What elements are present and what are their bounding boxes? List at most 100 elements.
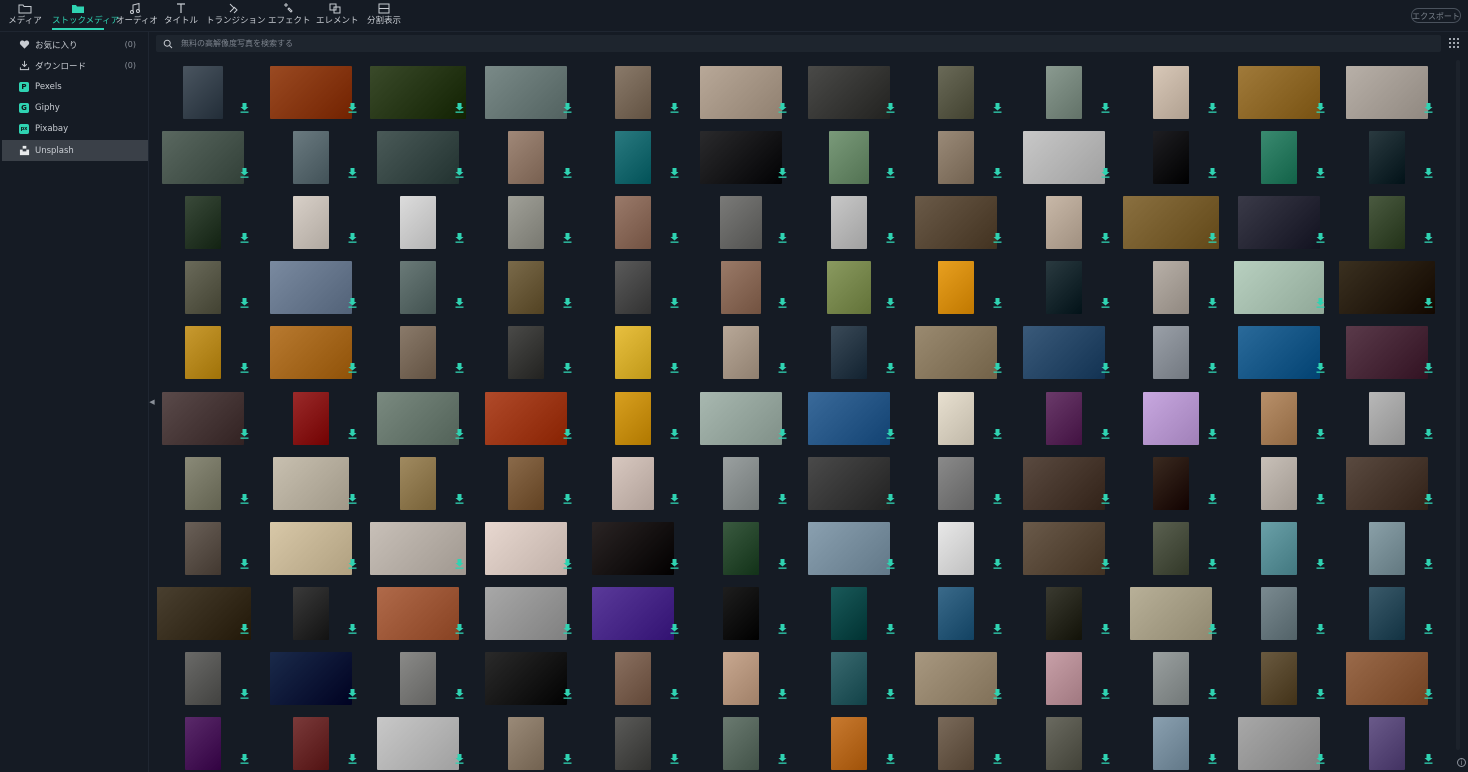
- download-icon[interactable]: [1208, 493, 1217, 504]
- download-icon[interactable]: [1424, 623, 1433, 634]
- download-icon[interactable]: [1424, 233, 1433, 243]
- media-thumbnail[interactable]: [1341, 711, 1449, 772]
- download-icon[interactable]: [455, 168, 464, 178]
- media-thumbnail[interactable]: [1233, 451, 1341, 516]
- download-icon[interactable]: [1208, 233, 1217, 243]
- media-thumbnail[interactable]: [1341, 386, 1449, 451]
- tab-effect[interactable]: エフェクト: [268, 0, 311, 31]
- download-icon[interactable]: [886, 298, 895, 309]
- media-thumbnail[interactable]: [910, 516, 1018, 581]
- download-icon[interactable]: [348, 558, 357, 569]
- download-icon[interactable]: [778, 233, 787, 243]
- download-icon[interactable]: [455, 754, 464, 764]
- download-icon[interactable]: [563, 428, 572, 439]
- media-thumbnail[interactable]: [1125, 581, 1233, 646]
- media-thumbnail[interactable]: [1233, 711, 1341, 772]
- media-thumbnail[interactable]: [910, 711, 1018, 772]
- media-thumbnail[interactable]: [480, 581, 588, 646]
- media-thumbnail[interactable]: [265, 646, 373, 711]
- media-thumbnail[interactable]: [587, 190, 695, 255]
- media-thumbnail[interactable]: [910, 190, 1018, 255]
- download-icon[interactable]: [1208, 428, 1217, 439]
- media-thumbnail[interactable]: [1125, 386, 1233, 451]
- download-icon[interactable]: [886, 233, 895, 243]
- sidebar-item-favorites[interactable]: お気に入り (0): [2, 34, 148, 55]
- media-thumbnail[interactable]: [1125, 320, 1233, 385]
- download-icon[interactable]: [455, 363, 464, 374]
- media-thumbnail[interactable]: [1018, 320, 1126, 385]
- media-thumbnail[interactable]: [372, 190, 480, 255]
- media-thumbnail[interactable]: [803, 320, 911, 385]
- sidebar-item-pexels[interactable]: P Pexels: [2, 76, 148, 97]
- download-icon[interactable]: [240, 623, 249, 634]
- media-thumbnail[interactable]: [695, 60, 803, 125]
- download-icon[interactable]: [778, 363, 787, 374]
- media-thumbnail[interactable]: [480, 451, 588, 516]
- download-icon[interactable]: [670, 168, 679, 178]
- download-icon[interactable]: [778, 298, 787, 309]
- download-icon[interactable]: [1101, 298, 1110, 309]
- media-thumbnail[interactable]: [157, 60, 265, 125]
- download-icon[interactable]: [670, 558, 679, 569]
- media-thumbnail[interactable]: [372, 320, 480, 385]
- export-button[interactable]: エクスポート: [1411, 8, 1461, 23]
- download-icon[interactable]: [348, 623, 357, 634]
- media-thumbnail[interactable]: [157, 711, 265, 772]
- media-thumbnail[interactable]: [803, 255, 911, 320]
- media-thumbnail[interactable]: [157, 451, 265, 516]
- media-thumbnail[interactable]: [587, 255, 695, 320]
- download-icon[interactable]: [993, 233, 1002, 243]
- download-icon[interactable]: [670, 298, 679, 309]
- download-icon[interactable]: [1208, 363, 1217, 374]
- download-icon[interactable]: [1316, 298, 1325, 309]
- download-icon[interactable]: [993, 428, 1002, 439]
- download-icon[interactable]: [1424, 298, 1433, 309]
- download-icon[interactable]: [1101, 168, 1110, 178]
- download-icon[interactable]: [1101, 428, 1110, 439]
- media-thumbnail[interactable]: [695, 255, 803, 320]
- media-thumbnail[interactable]: [803, 125, 911, 190]
- download-icon[interactable]: [348, 168, 357, 178]
- download-icon[interactable]: [1316, 623, 1325, 634]
- download-icon[interactable]: [778, 493, 787, 504]
- download-icon[interactable]: [886, 623, 895, 634]
- download-icon[interactable]: [1424, 493, 1433, 504]
- download-icon[interactable]: [1316, 233, 1325, 243]
- media-thumbnail[interactable]: [265, 451, 373, 516]
- media-thumbnail[interactable]: [1018, 516, 1126, 581]
- media-thumbnail[interactable]: [910, 60, 1018, 125]
- grid-scrollbar[interactable]: [1455, 60, 1461, 750]
- download-icon[interactable]: [670, 688, 679, 699]
- media-thumbnail[interactable]: [372, 581, 480, 646]
- media-thumbnail[interactable]: [910, 125, 1018, 190]
- media-thumbnail[interactable]: [1018, 60, 1126, 125]
- media-thumbnail[interactable]: [1018, 646, 1126, 711]
- download-icon[interactable]: [1424, 103, 1433, 113]
- media-thumbnail[interactable]: [1341, 451, 1449, 516]
- download-icon[interactable]: [348, 754, 357, 764]
- media-thumbnail[interactable]: [480, 255, 588, 320]
- media-thumbnail[interactable]: [1233, 386, 1341, 451]
- download-icon[interactable]: [1208, 168, 1217, 178]
- download-icon[interactable]: [1101, 103, 1110, 113]
- media-thumbnail[interactable]: [1018, 190, 1126, 255]
- sidebar-item-unsplash[interactable]: Unsplash: [2, 140, 148, 161]
- tab-split-screen[interactable]: 分割表示: [364, 0, 404, 31]
- media-thumbnail[interactable]: [370, 516, 480, 581]
- download-icon[interactable]: [1208, 558, 1217, 569]
- download-icon[interactable]: [886, 168, 895, 178]
- media-thumbnail[interactable]: [157, 386, 265, 451]
- media-thumbnail[interactable]: [1338, 255, 1449, 320]
- media-thumbnail[interactable]: [910, 646, 1018, 711]
- download-icon[interactable]: [563, 298, 572, 309]
- media-thumbnail[interactable]: [370, 60, 480, 125]
- download-icon[interactable]: [1316, 428, 1325, 439]
- media-thumbnail[interactable]: [695, 125, 803, 190]
- download-icon[interactable]: [1208, 754, 1217, 764]
- media-thumbnail[interactable]: [1233, 125, 1341, 190]
- download-icon[interactable]: [348, 428, 357, 439]
- download-icon[interactable]: [455, 233, 464, 243]
- download-icon[interactable]: [348, 103, 357, 113]
- download-icon[interactable]: [1101, 493, 1110, 504]
- media-thumbnail[interactable]: [803, 581, 911, 646]
